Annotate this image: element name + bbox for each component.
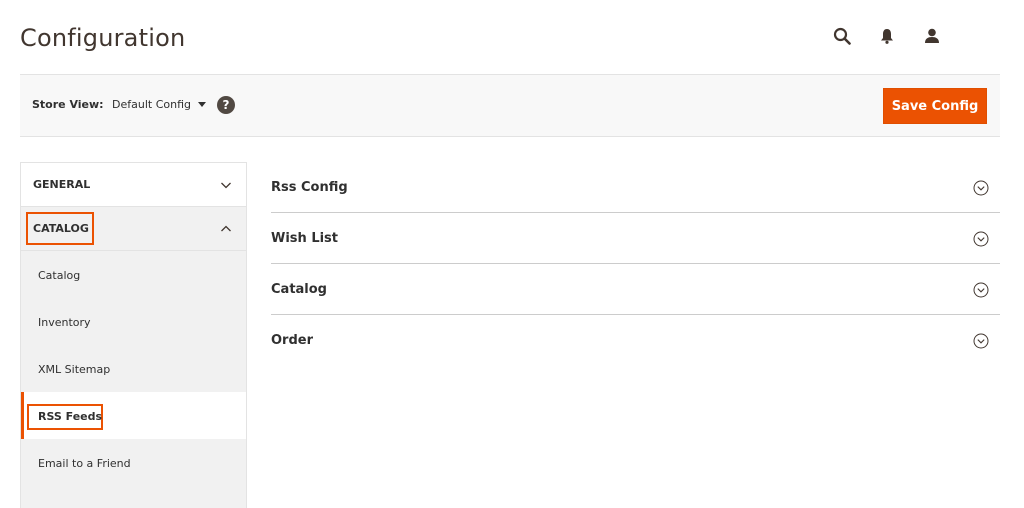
sidebar-section-catalog[interactable]: CATALOG xyxy=(21,207,246,251)
chevron-up-icon xyxy=(221,225,231,232)
config-sidebar: GENERAL CATALOG Catalog Inventory XML Si… xyxy=(20,162,247,508)
sidebar-section-label: GENERAL xyxy=(33,178,91,191)
section-title: Rss Config xyxy=(271,180,348,195)
sidebar-item-xml-sitemap[interactable]: XML Sitemap xyxy=(21,345,246,392)
notifications-bell-icon[interactable] xyxy=(875,24,899,48)
store-view-dropdown[interactable]: Default Config xyxy=(112,98,206,111)
expand-circle-icon[interactable] xyxy=(973,333,989,349)
section-title: Wish List xyxy=(271,231,339,246)
sidebar-item-rss-feeds[interactable]: RSS Feeds xyxy=(21,392,246,439)
expand-circle-icon[interactable] xyxy=(973,180,989,196)
page-title: Configuration xyxy=(20,24,186,52)
caret-down-icon xyxy=(197,102,206,107)
section-rss-config[interactable]: Rss Config xyxy=(271,162,1000,213)
sidebar-item-label: XML Sitemap xyxy=(38,363,111,376)
expand-circle-icon[interactable] xyxy=(973,282,989,298)
expand-circle-icon[interactable] xyxy=(973,231,989,247)
store-view-label: Store View: xyxy=(32,98,104,111)
section-order[interactable]: Order xyxy=(271,315,1000,366)
sidebar-item-label: Email to a Friend xyxy=(38,457,131,470)
sidebar-item-inventory[interactable]: Inventory xyxy=(21,298,246,345)
store-switcher-toolbar: Store View: Default Config ? Save Config xyxy=(20,74,1000,137)
sidebar-item-label: RSS Feeds xyxy=(38,410,103,423)
config-sections: Rss Config Wish List Catalog Order xyxy=(271,162,1000,366)
user-account-icon[interactable] xyxy=(920,24,944,48)
sidebar-item-email-to-a-friend[interactable]: Email to a Friend xyxy=(21,439,246,486)
store-view-value: Default Config xyxy=(112,98,191,111)
section-wish-list[interactable]: Wish List xyxy=(271,213,1000,264)
save-config-button[interactable]: Save Config xyxy=(883,88,987,124)
section-catalog[interactable]: Catalog xyxy=(271,264,1000,315)
sidebar-section-label: CATALOG xyxy=(33,222,89,235)
sidebar-item-label: Catalog xyxy=(38,269,81,282)
chevron-down-icon xyxy=(221,182,231,189)
section-title: Order xyxy=(271,333,313,348)
section-title: Catalog xyxy=(271,282,327,297)
search-icon[interactable] xyxy=(830,24,854,48)
header-actions xyxy=(830,24,965,48)
sidebar-section-general[interactable]: GENERAL xyxy=(21,163,246,207)
sidebar-item-label: Inventory xyxy=(38,316,91,329)
sidebar-item-catalog[interactable]: Catalog xyxy=(21,251,246,298)
help-icon[interactable]: ? xyxy=(217,96,235,114)
